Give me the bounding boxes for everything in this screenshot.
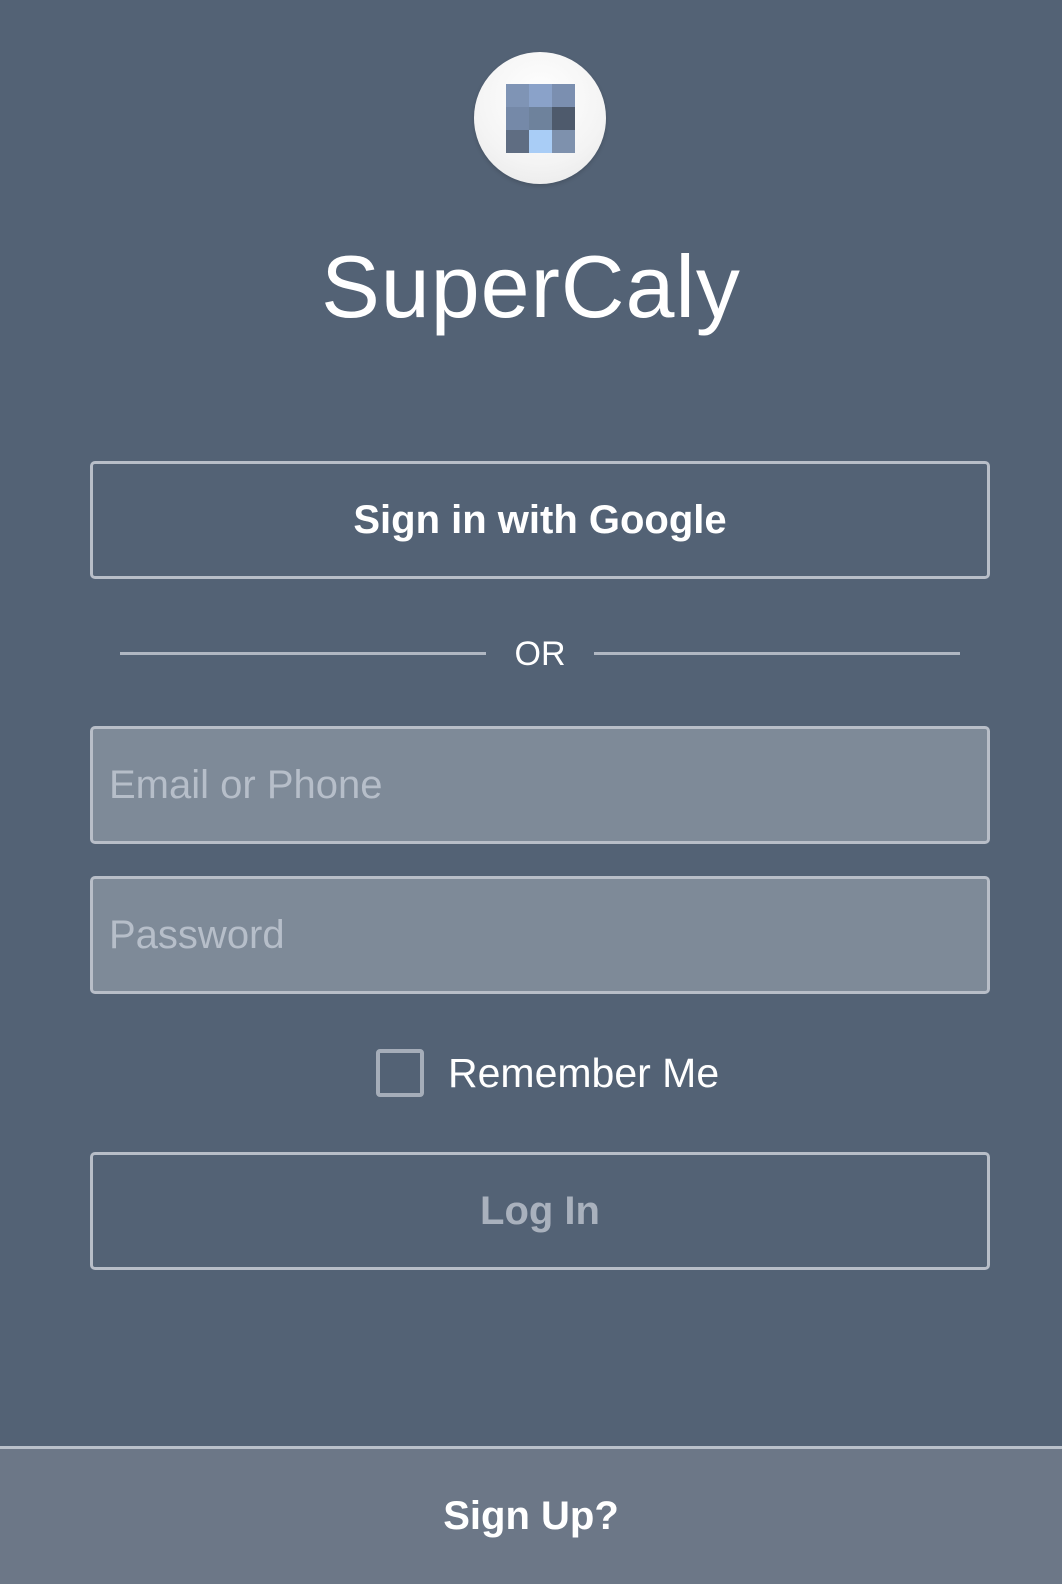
divider-or-text: OR (514, 635, 566, 673)
remember-me-label[interactable]: Remember Me (448, 1050, 719, 1097)
password-input[interactable] (90, 876, 990, 994)
divider-line-right (594, 652, 960, 655)
divider-line-left (120, 652, 486, 655)
logo-pixel (506, 107, 529, 130)
logo-pixel (552, 130, 575, 153)
sign-up-button[interactable]: Sign Up? (0, 1446, 1062, 1584)
pixel-grid-logo-icon (506, 84, 575, 153)
email-or-phone-input[interactable] (90, 726, 990, 844)
remember-me-row: Remember Me (376, 1046, 719, 1100)
logo-pixel (552, 84, 575, 107)
logo-pixel (529, 107, 552, 130)
logo-pixel (506, 84, 529, 107)
logo-pixel (552, 107, 575, 130)
remember-me-checkbox[interactable] (376, 1049, 424, 1097)
logo-pixel (506, 130, 529, 153)
google-sign-in-button[interactable]: Sign in with Google (90, 461, 990, 579)
logo-pixel (529, 130, 552, 153)
app-logo (474, 52, 606, 184)
log-in-button[interactable]: Log In (90, 1152, 990, 1270)
logo-pixel (529, 84, 552, 107)
app-title: SuperCaly (321, 237, 741, 336)
